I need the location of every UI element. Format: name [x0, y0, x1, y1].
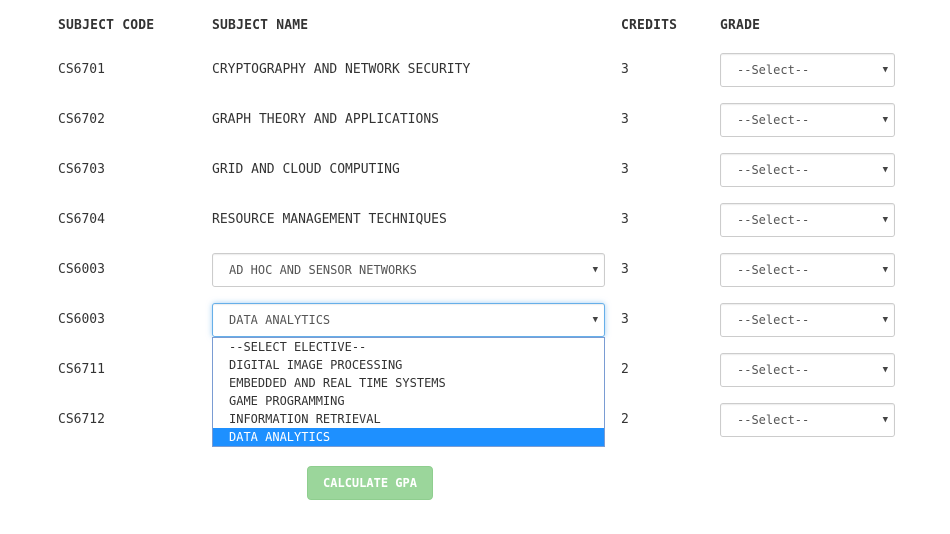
subject-code: CS6703 [58, 162, 105, 177]
credits: 3 [621, 212, 629, 227]
dropdown-option[interactable]: GAME PROGRAMMING [213, 392, 604, 410]
grade-select-value: --Select-- [737, 213, 810, 227]
dropdown-option-selected[interactable]: DATA ANALYTICS [213, 428, 604, 446]
grade-select[interactable]: --Select-- ▼ [720, 253, 895, 287]
chevron-down-icon: ▼ [882, 415, 888, 425]
subject-name: RESOURCE MANAGEMENT TECHNIQUES [212, 212, 447, 227]
subject-code: CS6702 [58, 112, 105, 127]
credits: 3 [621, 62, 629, 77]
grade-select-value: --Select-- [737, 313, 810, 327]
subject-code: CS6701 [58, 62, 105, 77]
grade-select-value: --Select-- [737, 263, 810, 277]
header-subject-name: SUBJECT NAME [212, 18, 309, 33]
dropdown-option[interactable]: --SELECT ELECTIVE-- [213, 338, 604, 356]
grade-select-value: --Select-- [737, 363, 810, 377]
subject-name: CRYPTOGRAPHY AND NETWORK SECURITY [212, 62, 471, 77]
grade-select[interactable]: --Select-- ▼ [720, 353, 895, 387]
chevron-down-icon: ▼ [882, 215, 888, 225]
grade-select[interactable]: --Select-- ▼ [720, 53, 895, 87]
grade-select[interactable]: --Select-- ▼ [720, 153, 895, 187]
credits: 2 [621, 362, 629, 377]
grade-select[interactable]: --Select-- ▼ [720, 303, 895, 337]
credits: 2 [621, 412, 629, 427]
credits: 3 [621, 112, 629, 127]
subject-name: GRID AND CLOUD COMPUTING [212, 162, 400, 177]
grade-select[interactable]: --Select-- ▼ [720, 203, 895, 237]
subject-code: CS6003 [58, 312, 105, 327]
credits: 3 [621, 312, 629, 327]
subject-name: GRAPH THEORY AND APPLICATIONS [212, 112, 439, 127]
chevron-down-icon: ▼ [882, 165, 888, 175]
elective-select[interactable]: AD HOC AND SENSOR NETWORKS ▼ [212, 253, 605, 287]
chevron-down-icon: ▼ [882, 115, 888, 125]
grade-select-value: --Select-- [737, 163, 810, 177]
elective-select-value: AD HOC AND SENSOR NETWORKS [229, 263, 417, 277]
chevron-down-icon: ▼ [882, 365, 888, 375]
subject-code: CS6704 [58, 212, 105, 227]
chevron-down-icon: ▼ [592, 265, 598, 275]
elective-select-value: DATA ANALYTICS [229, 313, 331, 327]
subject-code: CS6003 [58, 262, 105, 277]
dropdown-option[interactable]: INFORMATION RETRIEVAL [213, 410, 604, 428]
credits: 3 [621, 262, 629, 277]
grade-select[interactable]: --Select-- ▼ [720, 403, 895, 437]
chevron-down-icon: ▼ [882, 265, 888, 275]
chevron-down-icon: ▼ [592, 315, 598, 325]
dropdown-option[interactable]: EMBEDDED AND REAL TIME SYSTEMS [213, 374, 604, 392]
grade-select-value: --Select-- [737, 113, 810, 127]
elective-select-open[interactable]: DATA ANALYTICS ▼ [212, 303, 605, 337]
chevron-down-icon: ▼ [882, 65, 888, 75]
elective-dropdown-list: --SELECT ELECTIVE-- DIGITAL IMAGE PROCES… [212, 337, 605, 447]
credits: 3 [621, 162, 629, 177]
subject-code: CS6711 [58, 362, 105, 377]
chevron-down-icon: ▼ [882, 315, 888, 325]
grade-select-value: --Select-- [737, 63, 810, 77]
calculate-gpa-button[interactable]: CALCULATE GPA [307, 466, 433, 500]
grade-select[interactable]: --Select-- ▼ [720, 103, 895, 137]
dropdown-option[interactable]: DIGITAL IMAGE PROCESSING [213, 356, 604, 374]
header-grade: GRADE [720, 18, 761, 33]
grade-select-value: --Select-- [737, 413, 810, 427]
header-credits: CREDITS [621, 18, 678, 33]
subject-code: CS6712 [58, 412, 105, 427]
header-subject-code: SUBJECT CODE [58, 18, 155, 33]
